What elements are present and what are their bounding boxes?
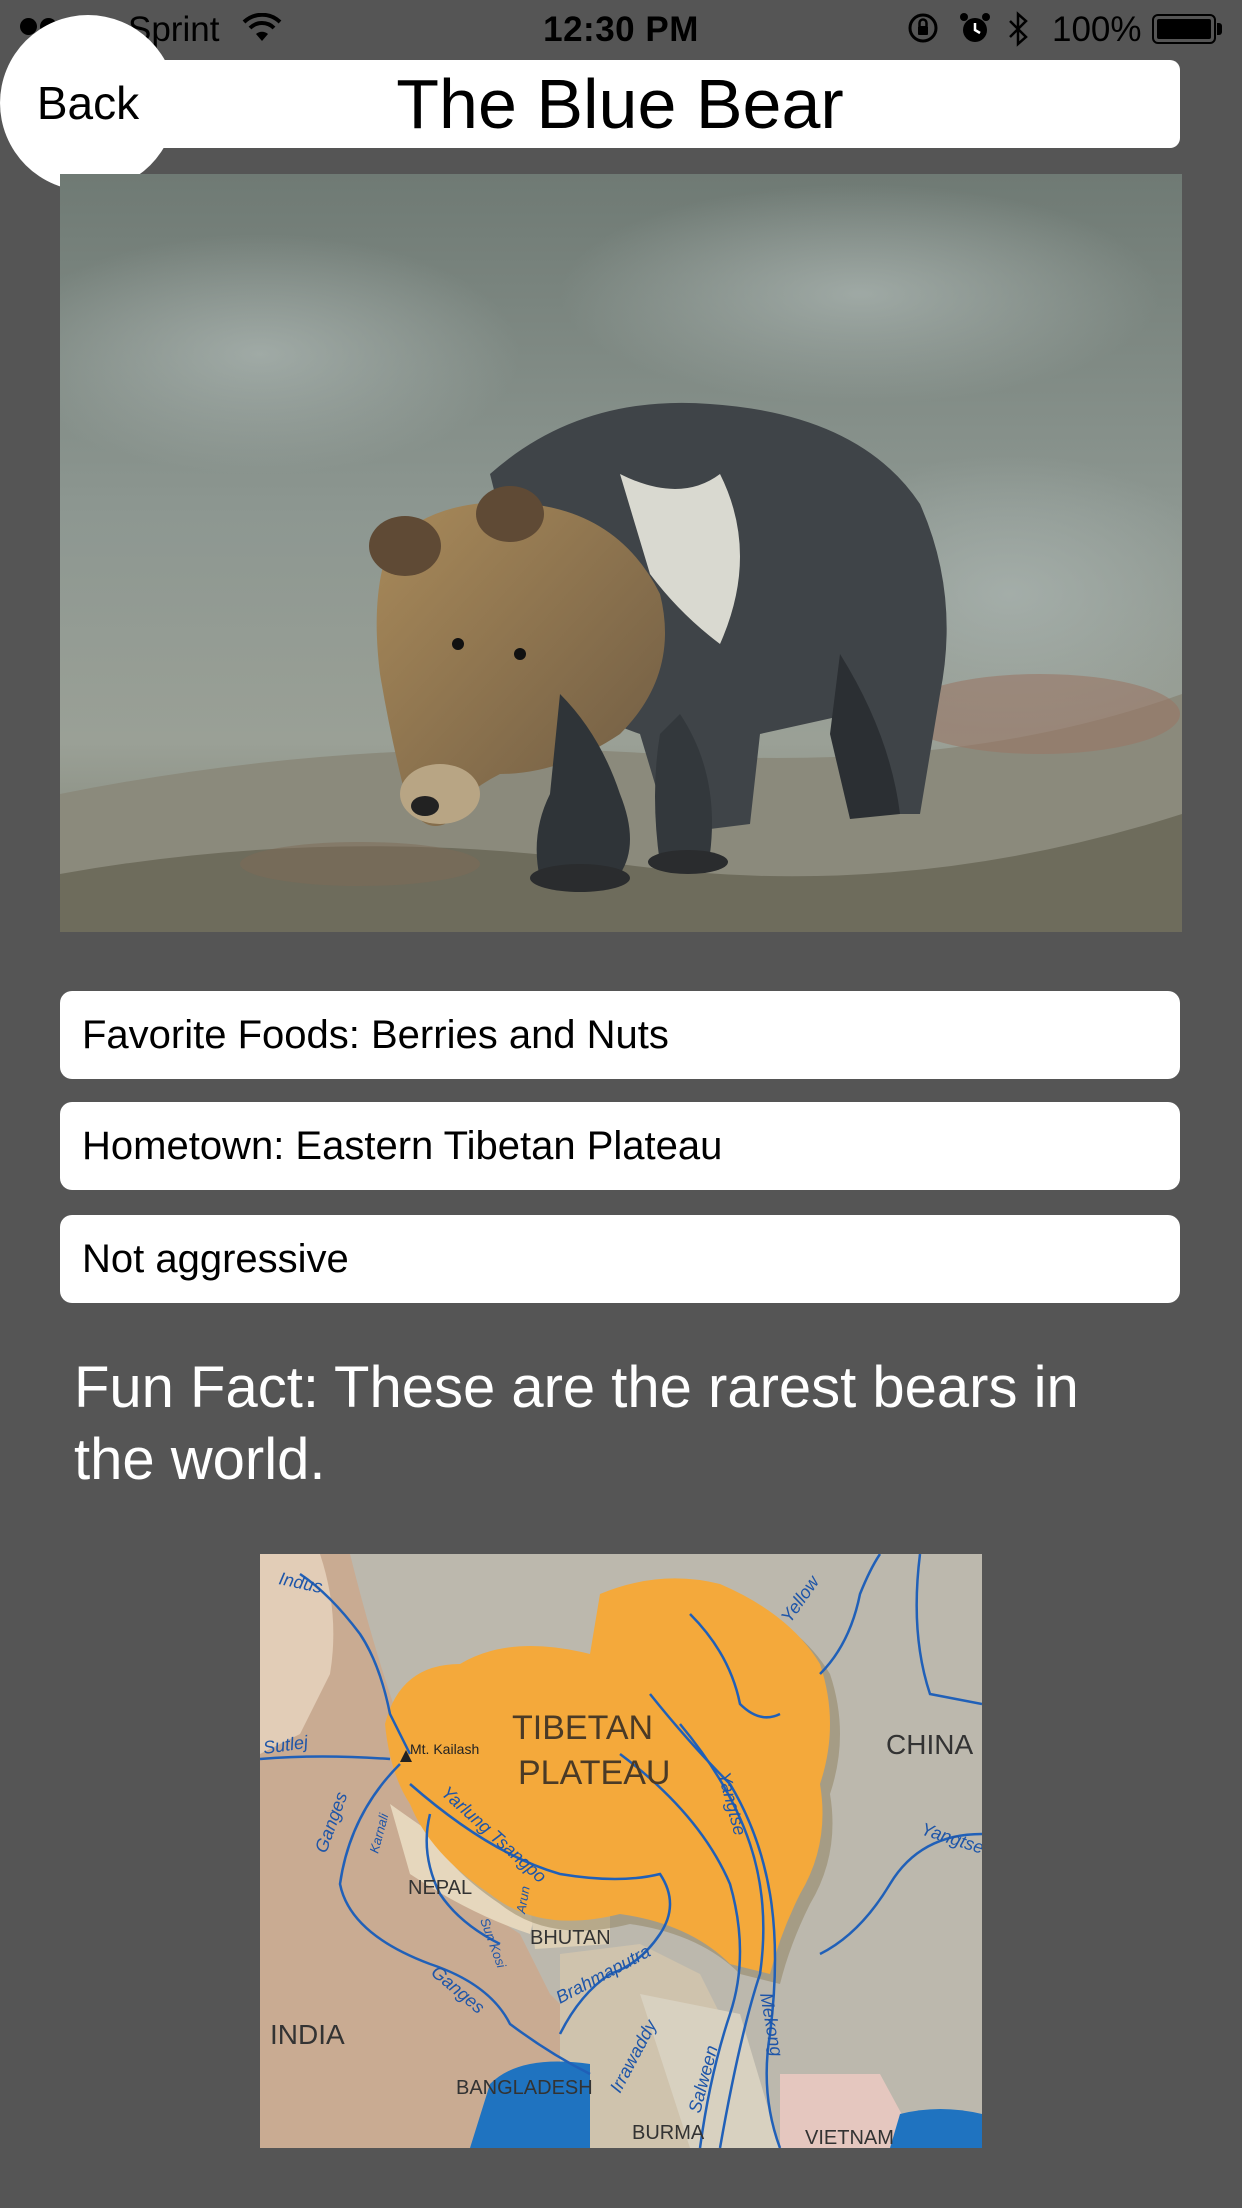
alarm-icon	[958, 11, 992, 54]
battery-icon	[1152, 14, 1216, 44]
plateau-title-line1: TIBETAN	[512, 1709, 653, 1747]
plateau-title-line2: PLATEAU	[518, 1754, 670, 1792]
tibetan-plateau-map: Indus Sutlej Ganges Karnali Arun Sun Kos…	[260, 1554, 982, 2148]
country-label-bangladesh: BANGLADESH	[456, 2077, 593, 2099]
country-label-burma: BURMA	[632, 2122, 705, 2144]
battery-percent: 100%	[1052, 10, 1142, 49]
country-label-bhutan: BHUTAN	[530, 1927, 611, 1949]
favorite-foods-field: Favorite Foods: Berries and Nuts	[60, 991, 1180, 1079]
hometown-field: Hometown: Eastern Tibetan Plateau	[60, 1102, 1180, 1190]
temperament-text: Not aggressive	[82, 1236, 349, 1281]
country-label-china: CHINA	[886, 1729, 973, 1760]
peak-label: Mt. Kailash	[410, 1741, 479, 1757]
country-label-vietnam: VIETNAM	[805, 2127, 894, 2148]
page-title-text: The Blue Bear	[396, 65, 844, 143]
bear-photo	[60, 174, 1182, 932]
country-label-india: INDIA	[270, 2019, 345, 2050]
country-label-nepal: NEPAL	[408, 1877, 472, 1899]
page-title: The Blue Bear	[60, 60, 1180, 148]
hometown-text: Hometown: Eastern Tibetan Plateau	[82, 1123, 723, 1168]
temperament-field: Not aggressive	[60, 1215, 1180, 1303]
bluetooth-icon	[1006, 11, 1032, 56]
orientation-lock-icon	[906, 11, 940, 54]
favorite-foods-text: Favorite Foods: Berries and Nuts	[82, 1012, 669, 1057]
back-button[interactable]: Back	[0, 15, 176, 191]
status-bar: Sprint 12:30 PM 100%	[0, 0, 1242, 58]
fun-fact-text: Fun Fact: These are the rarest bears in …	[74, 1355, 1079, 1492]
back-button-label: Back	[36, 77, 140, 129]
